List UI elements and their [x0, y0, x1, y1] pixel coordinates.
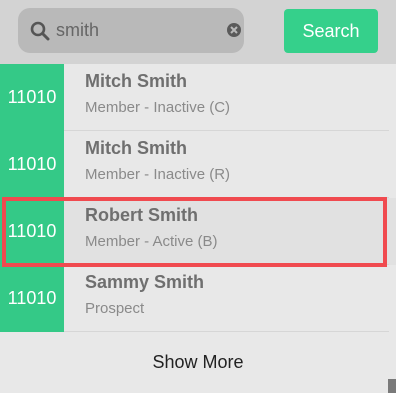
search-field[interactable] — [18, 8, 244, 53]
id-badge: 11010 — [0, 198, 64, 265]
search-bar: Search — [0, 0, 396, 64]
contact-status: Member - Active (B) — [85, 233, 218, 250]
search-button[interactable]: Search — [284, 9, 378, 53]
contact-status: Member - Inactive (R) — [85, 166, 231, 183]
list-item[interactable]: 11010 Sammy Smith Prospect — [0, 265, 396, 332]
contact-status: Member - Inactive (C) — [85, 99, 231, 116]
contact-name: Sammy Smith — [85, 272, 205, 292]
list-item[interactable]: 11010 Mitch Smith Member - Inactive (C) — [0, 64, 396, 131]
search-icon — [30, 21, 50, 41]
contact-name: Robert Smith — [85, 205, 199, 225]
show-more-button[interactable]: Show More — [0, 331, 396, 393]
id-badge: 11010 — [0, 64, 64, 131]
contact-status: Prospect — [85, 300, 145, 317]
id-badge: 11010 — [0, 131, 64, 198]
clear-icon[interactable] — [226, 22, 242, 38]
contact-name: Mitch Smith — [85, 71, 187, 91]
search-input[interactable] — [56, 8, 216, 53]
scrollbar-thumb[interactable] — [388, 379, 396, 393]
contact-name: Mitch Smith — [85, 138, 187, 158]
id-badge: 11010 — [0, 265, 64, 332]
results-list: 11010 Mitch Smith Member - Inactive (C) … — [0, 64, 396, 332]
list-item-selected[interactable]: 11010 Robert Smith Member - Active (B) — [0, 198, 396, 265]
list-item[interactable]: 11010 Mitch Smith Member - Inactive (R) — [0, 131, 396, 198]
